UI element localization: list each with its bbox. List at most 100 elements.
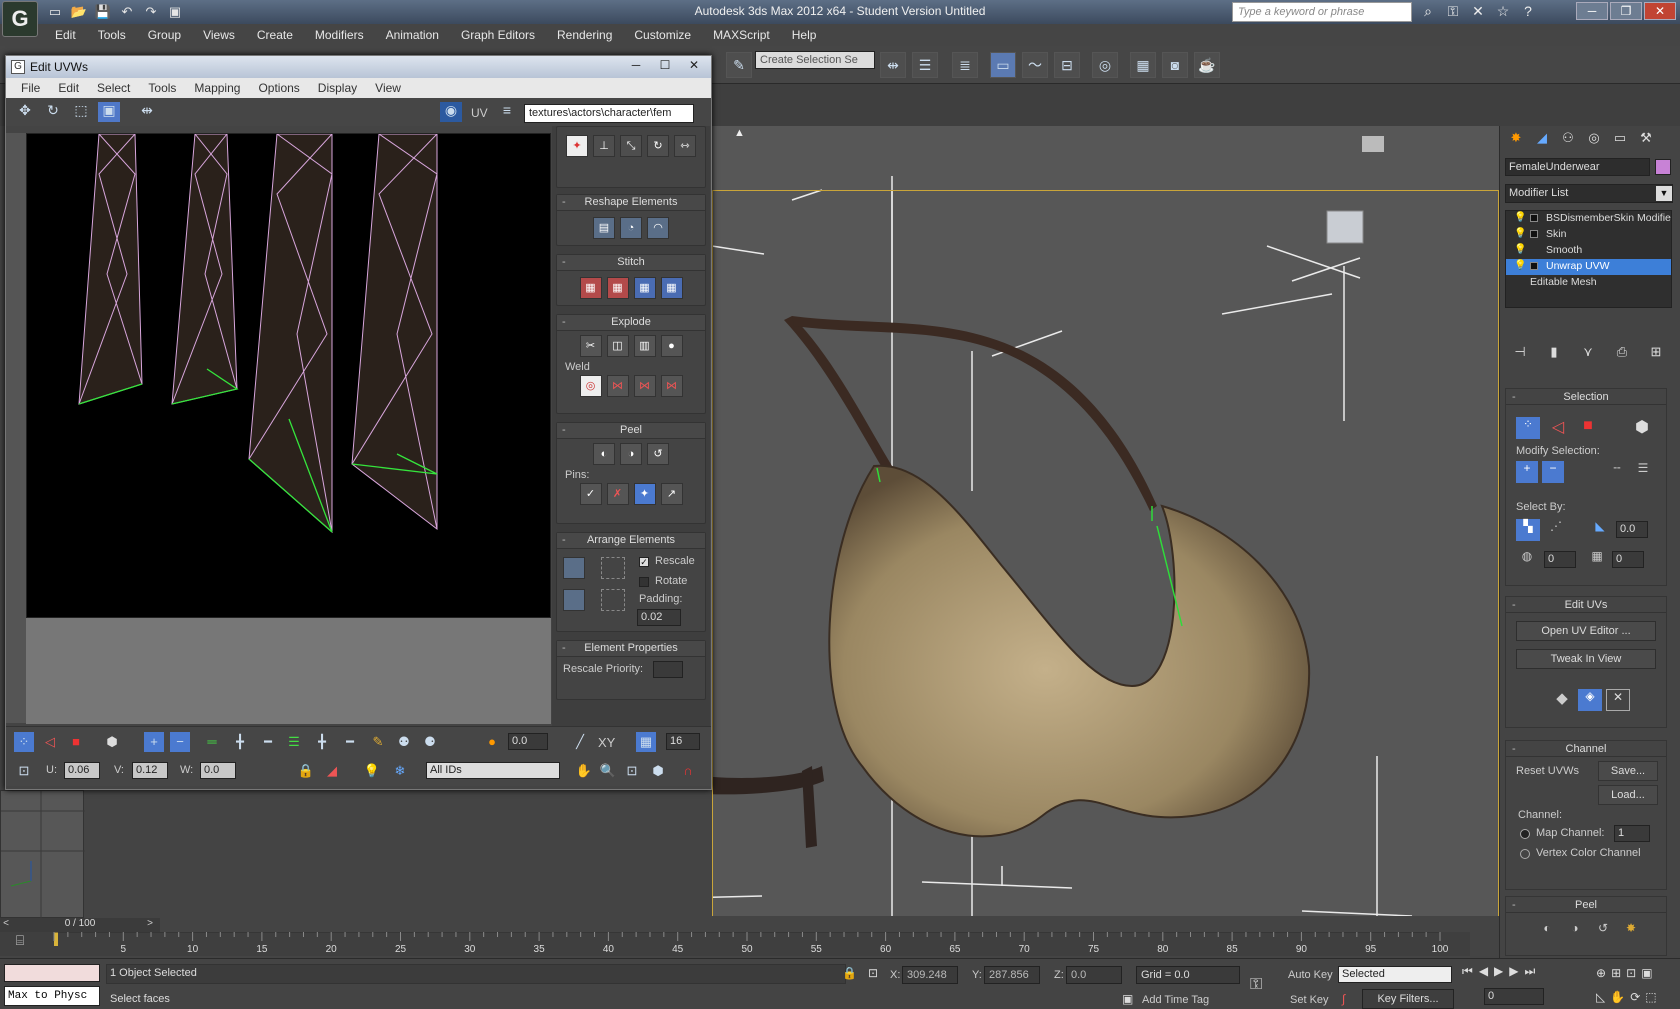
- redo-icon[interactable]: ↷: [142, 3, 160, 20]
- orbit-icon[interactable]: ⟳: [1630, 990, 1640, 1004]
- named-selection-set-dropdown[interactable]: Create Selection Se: [755, 51, 875, 69]
- viewport-maximize-icon[interactable]: [1362, 136, 1384, 152]
- map-channel-input[interactable]: 1: [1614, 825, 1650, 842]
- zoom-extents-nav-icon[interactable]: ⊡: [1626, 966, 1636, 980]
- menu-graph-editors[interactable]: Graph Editors: [450, 24, 546, 46]
- maximize-viewport-icon[interactable]: ⬚: [1645, 990, 1656, 1004]
- render-frame-icon[interactable]: ◙: [1162, 52, 1188, 78]
- set-key-icon[interactable]: ⚿: [1250, 976, 1262, 994]
- zoom-icon[interactable]: 🔍: [598, 761, 618, 781]
- uv-canvas[interactable]: [26, 133, 551, 618]
- close-button[interactable]: ✕: [1644, 2, 1676, 20]
- object-color-swatch[interactable]: [1655, 159, 1671, 175]
- object-name-field[interactable]: FemaleUnderwear: [1505, 158, 1650, 176]
- show-end-result-icon[interactable]: ▮: [1544, 344, 1564, 364]
- zoom-all-icon[interactable]: ⊞: [1611, 966, 1621, 980]
- stitch-target-icon[interactable]: ▦: [579, 277, 602, 299]
- new-icon[interactable]: ▭: [46, 3, 64, 20]
- application-button[interactable]: G: [2, 1, 38, 37]
- motion-tab-icon[interactable]: ◎: [1585, 130, 1603, 148]
- auto-pin-icon[interactable]: ✦: [633, 483, 656, 505]
- schematic-view-icon[interactable]: ⊟: [1054, 52, 1080, 78]
- play-icon[interactable]: ▶: [1494, 964, 1503, 979]
- reset-peel-icon[interactable]: ↺: [647, 443, 669, 465]
- lock-icon[interactable]: 🔒: [296, 761, 316, 781]
- arc-icon[interactable]: ◠: [647, 217, 669, 239]
- dialog-close-button[interactable]: ✕: [681, 58, 707, 74]
- zoom-nav-icon[interactable]: ⊕: [1596, 966, 1606, 980]
- project-folder-icon[interactable]: ▣: [166, 3, 184, 20]
- render-setup-icon[interactable]: ▦: [1130, 52, 1156, 78]
- paint-grow-icon[interactable]: ⚉: [394, 732, 414, 752]
- dialog-maximize-button[interactable]: ☐: [652, 58, 678, 74]
- grow-ring-icon[interactable]: ╋: [312, 732, 332, 752]
- stack-item[interactable]: 💡 BSDismemberSkin Modifie: [1506, 211, 1671, 227]
- y-coord-field[interactable]: 287.856: [984, 966, 1040, 984]
- weld-target-icon[interactable]: ◎: [579, 375, 602, 397]
- face-mode-icon[interactable]: ■: [66, 732, 86, 752]
- key-filters-button[interactable]: Key Filters...: [1362, 989, 1454, 1009]
- texture-dropdown[interactable]: textures\actors\character\fem: [524, 104, 694, 123]
- layer-manager-icon[interactable]: ≣: [952, 52, 978, 78]
- vertex-select-icon[interactable]: ⁘: [1516, 417, 1540, 439]
- soft-select-value[interactable]: 0.0: [508, 733, 548, 750]
- auto-key-button[interactable]: Auto Key: [1288, 969, 1333, 981]
- quick-align-icon[interactable]: ◈: [1578, 689, 1602, 711]
- viewcube[interactable]: [1326, 210, 1364, 244]
- curve-editor-icon[interactable]: 〜: [1022, 52, 1048, 78]
- reset-peel-cp-icon[interactable]: ↺: [1592, 921, 1614, 935]
- set-key-button[interactable]: Set Key: [1290, 994, 1329, 1006]
- stitch-custom-icon[interactable]: ▦: [660, 277, 683, 299]
- rotate-90-icon[interactable]: ↻: [647, 135, 669, 157]
- element-mode-icon[interactable]: ⬢: [102, 732, 122, 752]
- stitch-average-icon[interactable]: ▦: [606, 277, 629, 299]
- shrink-loop-icon[interactable]: ━: [258, 732, 278, 752]
- open-icon[interactable]: 📂: [70, 3, 88, 20]
- time-prev-icon[interactable]: <: [0, 918, 12, 932]
- select-by-angle-icon[interactable]: ◣: [1588, 519, 1612, 541]
- mirror-icon[interactable]: ⇹: [880, 52, 906, 78]
- utilities-tab-icon[interactable]: ⚒: [1637, 130, 1655, 148]
- paint-select-icon[interactable]: ✎: [368, 732, 388, 752]
- pan-view-icon[interactable]: ✋: [1610, 990, 1625, 1004]
- time-slider[interactable]: < 0 / 100 >: [0, 918, 160, 932]
- key-mode-dropdown[interactable]: Selected: [1338, 966, 1452, 983]
- dialog-minimize-button[interactable]: ─: [623, 58, 649, 74]
- select-by-element-icon[interactable]: ▚: [1516, 519, 1540, 541]
- material-editor-icon[interactable]: ◎: [1092, 52, 1118, 78]
- snowflake-icon[interactable]: ❄: [390, 761, 410, 781]
- ring-icon[interactable]: ☰: [284, 732, 304, 752]
- scale-icon[interactable]: ⬚: [70, 102, 92, 122]
- ids-dropdown[interactable]: All IDs: [426, 762, 560, 779]
- create-tab-icon[interactable]: ✸: [1507, 130, 1525, 148]
- weld-threshold-icon[interactable]: ⋈: [660, 375, 683, 397]
- straighten-icon[interactable]: ▤: [593, 217, 615, 239]
- loop-select-icon[interactable]: ╌: [1606, 461, 1628, 483]
- pan-icon[interactable]: ✋: [574, 761, 594, 781]
- mirror-uv-icon[interactable]: ⇹: [136, 102, 158, 122]
- modifier-stack[interactable]: 💡 BSDismemberSkin Modifie 💡 Skin 💡 Smooth 💡…: [1505, 210, 1672, 308]
- rescale-checkbox[interactable]: ✓: [639, 557, 649, 567]
- weld-selected-icon[interactable]: ⋈: [606, 375, 629, 397]
- menu-views[interactable]: Views: [192, 24, 246, 46]
- material-id-input[interactable]: 0: [1544, 551, 1576, 568]
- z-coord-field[interactable]: 0.0: [1066, 966, 1122, 984]
- tweak-in-view-button[interactable]: Tweak In View: [1516, 649, 1656, 669]
- uvw-menu-display[interactable]: Display: [309, 78, 366, 98]
- key-curve-icon[interactable]: ∫: [1342, 992, 1345, 1006]
- pack-together-icon[interactable]: [563, 589, 585, 611]
- configure-sets-icon[interactable]: ⊞: [1646, 344, 1666, 364]
- fov-icon[interactable]: ◺: [1596, 990, 1605, 1004]
- track-bar[interactable]: 5 10 15 20 25 30 35 40 45 50 55 60 65 70 75 80 85 90 95 100: [40, 931, 1470, 956]
- face-select-icon[interactable]: ■: [1576, 417, 1600, 439]
- zoom-extents-icon[interactable]: ⬢: [648, 761, 668, 781]
- clear-icon[interactable]: ✕: [1606, 689, 1630, 711]
- shrink-ring-icon[interactable]: ━: [340, 732, 360, 752]
- grow-selection-icon[interactable]: +: [144, 732, 164, 752]
- uvw-menu-mapping[interactable]: Mapping: [185, 78, 249, 98]
- align-icon[interactable]: ☰: [912, 52, 938, 78]
- grow-loop-icon[interactable]: ╋: [230, 732, 250, 752]
- padding-input[interactable]: 0.02: [637, 609, 681, 626]
- move-icon[interactable]: ✥: [14, 102, 36, 122]
- texture-list-icon[interactable]: ≡: [496, 102, 518, 122]
